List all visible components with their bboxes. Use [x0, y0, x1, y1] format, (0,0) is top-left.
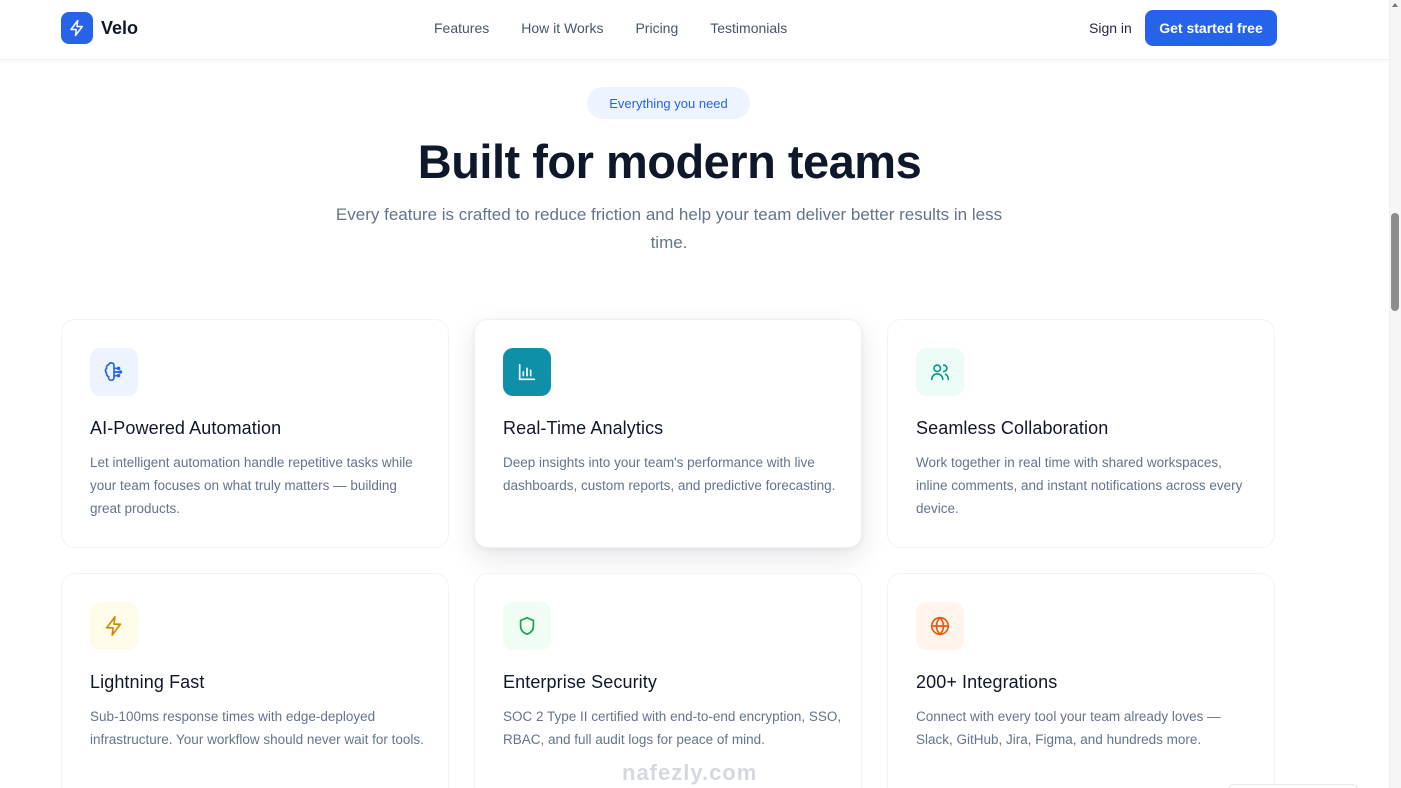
feature-card-integrations[interactable]: 200+ Integrations Connect with every too… [887, 573, 1275, 788]
feature-title: AI-Powered Automation [90, 418, 282, 438]
nav-link-pricing[interactable]: Pricing [635, 20, 678, 36]
watermark-text: nafezly.com [622, 760, 758, 785]
feature-description: Connect with every tool your team alread… [916, 709, 1221, 747]
nav-link-testimonials[interactable]: Testimonials [710, 20, 787, 36]
feature-title: Seamless Collaboration [916, 418, 1109, 438]
feature-card-lightning-fast[interactable]: Lightning Fast Sub-100ms response times … [61, 573, 449, 788]
feature-title: Enterprise Security [503, 672, 657, 692]
lightning-icon [90, 602, 138, 650]
feature-title: Lightning Fast [90, 672, 205, 692]
scrollbar-thumb[interactable] [1391, 213, 1399, 311]
section-badge: Everything you need [587, 87, 750, 119]
feature-title: 200+ Integrations [916, 672, 1058, 692]
bar-chart-icon [503, 348, 551, 396]
feature-card-real-time-analytics[interactable]: Real-Time Analytics Deep insights into y… [474, 319, 862, 548]
scroll-up-arrow-icon[interactable] [1392, 3, 1398, 7]
globe-icon [916, 602, 964, 650]
nav-links: Features How it Works Pricing Testimonia… [434, 20, 787, 36]
feature-description: SOC 2 Type II certified with end-to-end … [503, 709, 842, 747]
section-subtitle: Every feature is crafted to reduce frict… [335, 205, 1003, 252]
floating-widget-edge[interactable] [1228, 784, 1358, 788]
sign-in-link[interactable]: Sign in [1089, 20, 1132, 36]
nav-link-how-it-works[interactable]: How it Works [521, 20, 603, 36]
feature-description: Work together in real time with shared w… [916, 455, 1243, 516]
feature-card-seamless-collaboration[interactable]: Seamless Collaboration Work together in … [887, 319, 1275, 548]
nav-link-features[interactable]: Features [434, 20, 489, 36]
top-navigation: Velo Features How it Works Pricing Testi… [0, 0, 1389, 60]
section-title: Built for modern teams [417, 135, 922, 188]
brand-logo[interactable]: Velo [61, 12, 138, 44]
feature-description: Deep insights into your team's performan… [503, 455, 836, 493]
get-started-button[interactable]: Get started free [1145, 10, 1277, 46]
brand-name: Velo [101, 17, 139, 38]
lightning-logo-icon [61, 12, 93, 44]
brain-icon [90, 348, 138, 396]
scrollbar-track[interactable] [1389, 0, 1401, 788]
shield-icon [503, 602, 551, 650]
feature-card-enterprise-security[interactable]: Enterprise Security SOC 2 Type II certif… [474, 573, 862, 788]
feature-title: Real-Time Analytics [503, 418, 664, 438]
feature-description: Sub-100ms response times with edge-deplo… [90, 709, 424, 747]
feature-description: Let intelligent automation handle repeti… [90, 455, 413, 516]
users-icon [916, 348, 964, 396]
feature-card-ai-automation[interactable]: AI-Powered Automation Let intelligent au… [61, 319, 449, 548]
